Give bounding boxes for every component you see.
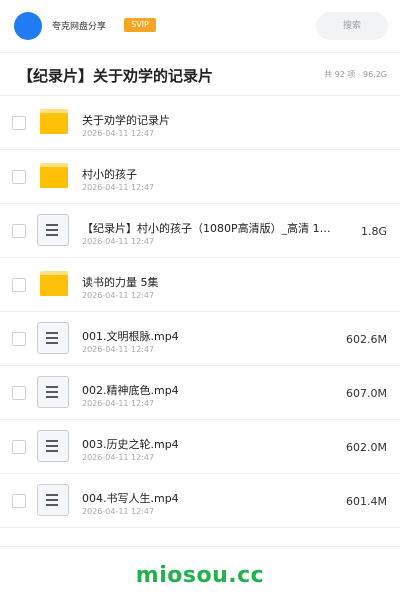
file-row[interactable]: 村小的孩子 2026-04-11 12:47	[0, 150, 400, 204]
folder-meta: 共 92 项 · 96.2G	[324, 70, 387, 79]
file-date: 2026-04-11 12:47	[82, 399, 155, 408]
file-row[interactable]: 关于劝学的记录片 2026-04-11 12:47	[0, 96, 400, 150]
file-list: 关于劝学的记录片 2026-04-11 12:47 村小的孩子 2026-04-11 …	[0, 96, 400, 528]
file-name[interactable]: 002.精神底色.mp4	[82, 382, 179, 398]
row-checkbox[interactable]	[12, 224, 26, 238]
file-row[interactable]: 【纪录片】村小的孩子（1080P高清版）_高清 1… 2026-04-11 12:…	[0, 204, 400, 258]
avatar[interactable]	[14, 12, 42, 40]
svip-badge[interactable]: SVIP	[124, 18, 156, 32]
file-date: 2026-04-11 12:47	[82, 453, 155, 462]
document-icon	[37, 322, 69, 354]
row-checkbox[interactable]	[12, 170, 26, 184]
folder-icon	[40, 163, 68, 188]
title-bar: 【纪录片】关于劝学的记录片 共 92 项 · 96.2G	[0, 53, 400, 96]
watermark: miosou.cc	[135, 563, 265, 588]
file-name[interactable]: 003.历史之轮.mp4	[82, 436, 179, 452]
search-input[interactable]: 搜索	[316, 12, 388, 40]
file-date: 2026-04-11 12:47	[82, 129, 155, 138]
folder-icon	[40, 109, 68, 134]
file-size: 601.4M	[346, 495, 387, 508]
file-size: 602.6M	[346, 333, 387, 346]
document-icon	[37, 430, 69, 462]
file-row[interactable]: 001.文明根脉.mp4 2026-04-11 12:47 602.6M	[0, 312, 400, 366]
page-title: 【纪录片】关于劝学的记录片	[18, 67, 214, 85]
file-name[interactable]: 村小的孩子	[82, 166, 137, 182]
row-checkbox[interactable]	[12, 278, 26, 292]
folder-icon	[40, 271, 68, 296]
file-size: 1.8G	[360, 225, 387, 238]
document-icon	[37, 376, 69, 408]
file-date: 2026-04-11 12:47	[82, 183, 155, 192]
file-size: 602.0M	[346, 441, 387, 454]
file-row[interactable]: 读书的力量 5集 2026-04-11 12:47	[0, 258, 400, 312]
row-checkbox[interactable]	[12, 440, 26, 454]
row-checkbox[interactable]	[12, 332, 26, 346]
file-name[interactable]: 【纪录片】村小的孩子（1080P高清版）_高清 1…	[82, 220, 331, 236]
row-checkbox[interactable]	[12, 116, 26, 130]
file-name[interactable]: 004.书写人生.mp4	[82, 490, 179, 506]
file-date: 2026-04-11 12:47	[82, 345, 155, 354]
file-name[interactable]: 001.文明根脉.mp4	[82, 328, 179, 344]
file-row[interactable]: 004.书写人生.mp4 2026-04-11 12:47 601.4M	[0, 474, 400, 528]
file-row[interactable]: 002.精神底色.mp4 2026-04-11 12:47 607.0M	[0, 366, 400, 420]
file-name[interactable]: 关于劝学的记录片	[82, 112, 170, 128]
row-checkbox[interactable]	[12, 494, 26, 508]
file-size: 607.0M	[346, 387, 387, 400]
file-name[interactable]: 读书的力量 5集	[82, 274, 159, 290]
brand-label: 夸克网盘分享	[52, 22, 107, 32]
top-bar: 夸克网盘分享 SVIP 搜索	[0, 0, 400, 53]
footer-divider	[0, 546, 400, 547]
file-date: 2026-04-11 12:47	[82, 507, 155, 516]
file-date: 2026-04-11 12:47	[82, 237, 155, 246]
document-icon	[37, 484, 69, 516]
row-checkbox[interactable]	[12, 386, 26, 400]
file-row[interactable]: 003.历史之轮.mp4 2026-04-11 12:47 602.0M	[0, 420, 400, 474]
document-icon	[37, 214, 69, 246]
file-date: 2026-04-11 12:47	[82, 291, 155, 300]
